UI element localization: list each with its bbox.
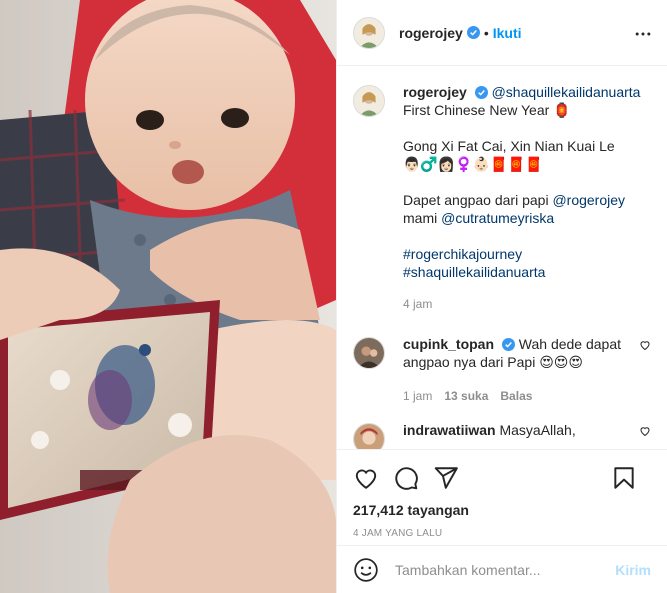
hashtag[interactable]: #rogerchikajourney bbox=[403, 245, 651, 263]
share-icon[interactable] bbox=[433, 465, 459, 491]
author-username[interactable]: rogerojey bbox=[399, 25, 463, 41]
caption-mention[interactable]: @cutratumeyriska bbox=[441, 210, 554, 226]
verified-icon bbox=[466, 26, 480, 39]
emoji-icon[interactable] bbox=[353, 557, 379, 583]
caption-line: First Chinese New Year 🏮 bbox=[403, 102, 571, 118]
commenter-avatar[interactable] bbox=[353, 337, 385, 369]
comment-time[interactable]: 1 jam bbox=[403, 387, 432, 405]
caption: rogerojey @shaquillekailidanuarta First … bbox=[353, 83, 651, 313]
add-comment-bar: Kirim bbox=[337, 545, 667, 593]
author-avatar[interactable] bbox=[353, 16, 385, 49]
post-media[interactable] bbox=[0, 0, 336, 593]
comment-likes[interactable]: 13 suka bbox=[444, 387, 488, 405]
caption-username[interactable]: rogerojey bbox=[403, 84, 467, 100]
post-photo bbox=[0, 0, 336, 593]
post-details-panel: rogerojey • Ikuti rogerojey @shaquilleka… bbox=[336, 0, 667, 593]
comment-text: MasyaAllah, bbox=[499, 422, 576, 438]
commenter-avatar[interactable] bbox=[353, 423, 385, 449]
comment-icon[interactable] bbox=[393, 465, 419, 491]
heart-icon[interactable] bbox=[353, 465, 379, 491]
hashtag[interactable]: #shaquillekailidanuarta bbox=[403, 263, 651, 281]
post-header: rogerojey • Ikuti bbox=[337, 0, 667, 66]
comment-input[interactable] bbox=[395, 561, 616, 578]
follow-button[interactable]: Ikuti bbox=[493, 25, 522, 41]
caption-text: Dapet angpao dari papi bbox=[403, 192, 549, 208]
save-icon[interactable] bbox=[611, 465, 637, 491]
like-comment-icon[interactable] bbox=[639, 425, 651, 437]
comment-item: cupink_topan Wah dede dapat angpao nya d… bbox=[353, 335, 651, 405]
comments-list[interactable]: rogerojey @shaquillekailidanuarta First … bbox=[337, 67, 667, 449]
post-comment-button[interactable]: Kirim bbox=[615, 562, 651, 578]
more-icon[interactable] bbox=[633, 24, 653, 44]
post-actions: 217,412 tayangan 4 JAM YANG LALU bbox=[337, 449, 667, 539]
caption-time[interactable]: 4 jam bbox=[403, 295, 432, 313]
reply-button[interactable]: Balas bbox=[500, 387, 532, 405]
caption-line: Gong Xi Fat Cai, Xin Nian Kuai Le bbox=[403, 138, 615, 154]
verified-icon bbox=[501, 338, 515, 351]
author-avatar[interactable] bbox=[353, 85, 385, 117]
post-timestamp[interactable]: 4 JAM YANG LALU bbox=[353, 528, 651, 539]
caption-text: mami bbox=[403, 210, 438, 226]
caption-mention[interactable]: @shaquillekailidanuarta bbox=[492, 84, 641, 100]
caption-emoji-line: 👨🏻‍♂️👩🏻‍♀️👶🏻🧧🧧🧧 bbox=[403, 156, 543, 172]
like-comment-icon[interactable] bbox=[639, 339, 651, 351]
commenter-username[interactable]: cupink_topan bbox=[403, 336, 494, 352]
comment-item: indrawatiiwan MasyaAllah, bbox=[353, 421, 651, 449]
view-count[interactable]: 217,412 tayangan bbox=[353, 502, 651, 518]
verified-icon bbox=[474, 86, 488, 99]
caption-mention[interactable]: @rogerojey bbox=[552, 192, 625, 208]
commenter-username[interactable]: indrawatiiwan bbox=[403, 422, 496, 438]
separator-dot: • bbox=[483, 24, 489, 41]
